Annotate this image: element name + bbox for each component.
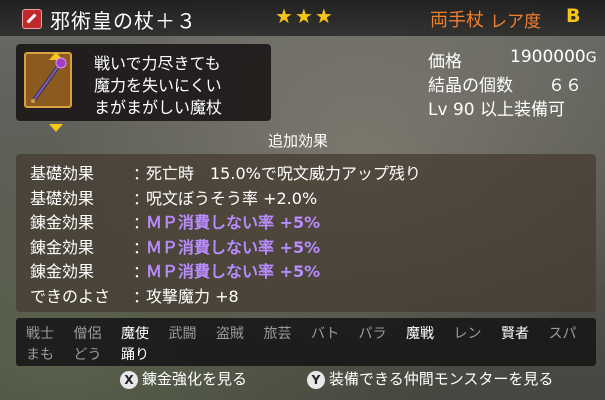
level-suffix: 以上装備可 <box>480 100 565 120</box>
item-description-panel: 戦いで力尽きても 魔力を失いにくい まがまがしい魔杖 <box>16 44 271 132</box>
weapon-type: 両手杖 <box>430 10 484 31</box>
job-jobs_row2-2: 踊り <box>121 347 149 363</box>
job-jobs_row1-11: スパ <box>548 326 577 342</box>
monster-equip-button[interactable]: Y 装備できる仲間モンスターを見る <box>307 368 553 389</box>
star-rating: ★★★ <box>275 4 335 28</box>
effect-value: ＭＰ消費しない率 +5% <box>146 262 321 281</box>
effects-title: 追加効果 <box>268 132 329 150</box>
price-amount: 1900000 <box>510 47 586 67</box>
price-unit: G <box>585 50 597 66</box>
effect-label: 錬金効果 <box>30 262 95 281</box>
description-line-1: 戦いで力尽きても <box>94 54 221 73</box>
crystal-label: 結晶の個数 <box>428 76 513 96</box>
title-bar: 邪術皇の杖＋３ ★★★ 両手杖 レア度 B <box>0 0 605 36</box>
effect-value: ＭＰ消費しない率 +5% <box>146 237 321 257</box>
alchemy-button[interactable]: X 錬金強化を見る <box>120 368 247 389</box>
description-line-2: 魔力を失いにくい <box>94 76 222 95</box>
arrow-down-icon[interactable] <box>49 124 63 132</box>
rarity-label: レア度 <box>490 12 541 32</box>
job-jobs_row1-3: 武闘 <box>168 326 197 342</box>
jobs-panel: 戦士 僧侶 魔使 武闘 盗賊 旅芸 バト パラ 魔戦 レン 賢者 スパ まも どう 踊り <box>16 318 596 366</box>
effect-label: できのよさ <box>30 286 111 306</box>
effect-value: 攻撃魔力 +8 <box>146 286 239 306</box>
job-jobs_row1-10: 賢者 <box>501 326 529 342</box>
job-jobs_row1-7: パラ <box>358 326 387 342</box>
job-jobs_row1-1: 僧侶 <box>73 326 102 342</box>
job-jobs_row1-5: 旅芸 <box>263 326 292 342</box>
effect-value: 死亡時 15.0%で呪文威力アップ残り <box>146 164 421 183</box>
x-button-icon: X <box>120 370 138 389</box>
price-label: 価格 <box>428 52 462 72</box>
level-prefix: Lv <box>428 100 448 120</box>
y-button-icon: Y <box>307 370 325 389</box>
job-jobs_row1-2: 魔使 <box>121 326 149 342</box>
price-value: 1900000G <box>510 47 597 67</box>
effect-label: 錬金効果 <box>30 213 95 232</box>
level-value: 90 <box>452 100 475 120</box>
job-jobs_row2-1: どう <box>73 347 102 363</box>
job-jobs_row1-0: 戦士 <box>26 326 54 342</box>
staff-category-icon <box>22 9 42 29</box>
description-line-3: まがまがしい魔杖 <box>94 98 223 117</box>
weapon-icon[interactable] <box>24 52 72 132</box>
alchemy-label: 錬金強化を見る <box>142 370 248 388</box>
item-name: 邪術皇の杖＋３ <box>50 9 197 33</box>
job-jobs_row1-6: バト <box>311 326 340 342</box>
job-jobs_row2-0: まも <box>26 347 54 363</box>
effect-label: 錬金効果 <box>30 237 95 257</box>
job-jobs_row1-8: 魔戦 <box>406 326 434 342</box>
effect-label: 基礎効果 <box>30 188 95 208</box>
effect-label: 基礎効果 <box>30 164 95 183</box>
rarity-value: B <box>566 5 581 27</box>
level-requirement: Lv 90 以上装備可 <box>428 95 565 120</box>
stats-panel: 価格 1900000G 結晶の個数 ６６ Lv 90 以上装備可 <box>278 44 597 121</box>
effect-value: ＭＰ消費しない率 +5% <box>146 213 321 232</box>
job-jobs_row1-9: レン <box>453 326 482 342</box>
job-jobs_row1-4: 盗賊 <box>216 326 244 342</box>
effect-value: 呪文ぼうそう率 +2.0% <box>146 188 318 208</box>
crystal-value: ６６ <box>548 76 582 96</box>
monster-equip-label: 装備できる仲間モンスターを見る <box>329 370 554 388</box>
